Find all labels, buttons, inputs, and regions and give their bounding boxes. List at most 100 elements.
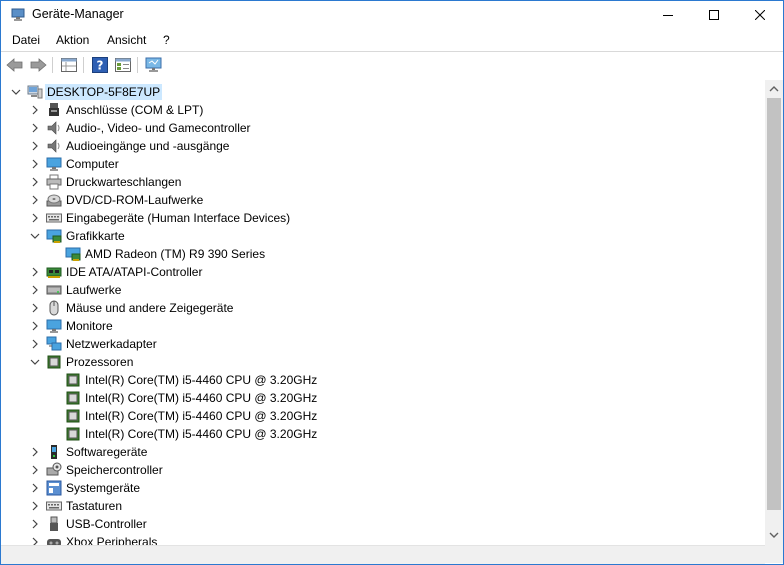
help-question-icon: ? bbox=[92, 57, 108, 73]
details-view-button[interactable] bbox=[113, 56, 133, 74]
tree-item-label: Druckwarteschlangen bbox=[66, 175, 182, 189]
chevron-right-icon[interactable] bbox=[30, 267, 40, 277]
back-arrow-icon bbox=[6, 58, 23, 72]
help-button[interactable]: ? bbox=[90, 56, 110, 74]
vertical-scrollbar[interactable] bbox=[765, 80, 783, 545]
software-device-icon bbox=[51, 445, 57, 459]
scan-monitor-icon bbox=[145, 57, 162, 72]
keyboard-icon bbox=[46, 501, 62, 511]
scroll-down-icon[interactable] bbox=[769, 532, 779, 539]
tree-item-label: Netzwerkadapter bbox=[66, 337, 157, 351]
tree-category[interactable]: Monitore bbox=[32, 317, 113, 335]
menu-aktion[interactable]: Aktion bbox=[56, 33, 89, 47]
chevron-right-icon[interactable] bbox=[30, 447, 40, 457]
tree-category[interactable]: Systemgeräte bbox=[32, 479, 140, 497]
chevron-right-icon[interactable] bbox=[30, 537, 40, 545]
chevron-right-icon[interactable] bbox=[30, 483, 40, 493]
chevron-down-icon[interactable] bbox=[30, 357, 40, 367]
tree-item-label: Laufwerke bbox=[66, 283, 122, 297]
chevron-right-icon[interactable] bbox=[30, 285, 40, 295]
storage-controller-icon bbox=[46, 462, 62, 476]
tree-category[interactable]: Anschlüsse (COM & LPT) bbox=[32, 101, 203, 119]
chevron-right-icon[interactable] bbox=[30, 213, 40, 223]
tree-category[interactable]: Grafikkarte bbox=[30, 227, 125, 245]
properties-view-button[interactable] bbox=[59, 56, 79, 74]
tree-category[interactable]: Tastaturen bbox=[32, 497, 123, 515]
usb-icon bbox=[50, 516, 58, 531]
chevron-right-icon[interactable] bbox=[30, 519, 40, 529]
chevron-down-icon[interactable] bbox=[30, 231, 40, 241]
device-manager-window: Geräte-Manager Datei Aktion Ansicht ? ? … bbox=[0, 0, 784, 565]
chevron-right-icon[interactable] bbox=[30, 105, 40, 115]
tree-category[interactable]: Druckwarteschlangen bbox=[32, 173, 182, 191]
details-grid-icon bbox=[115, 58, 131, 72]
chevron-right-icon[interactable] bbox=[30, 141, 40, 151]
toolbar: ? bbox=[1, 51, 783, 81]
system-device-icon bbox=[46, 480, 62, 496]
chevron-right-icon[interactable] bbox=[30, 465, 40, 475]
tree-item-label: Computer bbox=[66, 157, 119, 171]
tree-device[interactable]: Intel(R) Core(TM) i5-4460 CPU @ 3.20GHz bbox=[65, 407, 317, 425]
horizontal-scrollbar[interactable] bbox=[1, 545, 765, 564]
xbox-icon bbox=[47, 539, 61, 545]
vertical-scroll-thumb[interactable] bbox=[767, 98, 781, 510]
tree-device[interactable]: Intel(R) Core(TM) i5-4460 CPU @ 3.20GHz bbox=[65, 371, 317, 389]
forward-button[interactable] bbox=[28, 56, 48, 74]
tree-category[interactable]: Computer bbox=[32, 155, 119, 173]
tree-category[interactable]: Eingabegeräte (Human Interface Devices) bbox=[32, 209, 290, 227]
menu-help[interactable]: ? bbox=[163, 33, 170, 47]
speaker-icon bbox=[47, 139, 60, 153]
tree-category[interactable]: USB-Controller bbox=[32, 515, 147, 533]
tree-item-label: Speichercontroller bbox=[66, 463, 163, 477]
tree-category[interactable]: Audioeingänge und -ausgänge bbox=[32, 137, 229, 155]
tree-root-computer[interactable]: DESKTOP-5F8E7UP bbox=[11, 83, 163, 101]
scan-hardware-button[interactable] bbox=[144, 56, 164, 74]
ide-icon bbox=[46, 267, 62, 278]
tree-device[interactable]: Intel(R) Core(TM) i5-4460 CPU @ 3.20GHz bbox=[65, 425, 317, 443]
cpu-icon bbox=[66, 373, 80, 387]
chevron-right-icon[interactable] bbox=[30, 123, 40, 133]
monitor-icon bbox=[46, 157, 62, 171]
tree-category[interactable]: Speichercontroller bbox=[32, 461, 163, 479]
chevron-right-icon[interactable] bbox=[30, 195, 40, 205]
device-tree[interactable]: DESKTOP-5F8E7UP Anschlüsse (COM & LPT) Aud… bbox=[1, 80, 765, 545]
chevron-right-icon[interactable] bbox=[30, 159, 40, 169]
back-button[interactable] bbox=[5, 56, 25, 74]
close-button[interactable] bbox=[737, 1, 783, 29]
tree-item-label: IDE ATA/ATAPI-Controller bbox=[66, 265, 203, 279]
chevron-down-icon[interactable] bbox=[11, 87, 21, 97]
tree-device[interactable]: AMD Radeon (TM) R9 390 Series bbox=[65, 245, 265, 263]
menu-ansicht[interactable]: Ansicht bbox=[107, 33, 146, 47]
toolbar-separator bbox=[83, 57, 84, 73]
minimize-icon bbox=[663, 15, 673, 16]
tree-item-label: Softwaregeräte bbox=[66, 445, 148, 459]
close-icon bbox=[755, 10, 765, 20]
tree-item-label: Audio-, Video- und Gamecontroller bbox=[66, 121, 251, 135]
tree-category[interactable]: Mäuse und andere Zeigegeräte bbox=[32, 299, 233, 317]
properties-grid-icon bbox=[61, 58, 77, 72]
tree-category[interactable]: Softwaregeräte bbox=[32, 443, 148, 461]
tree-item-label: Tastaturen bbox=[66, 499, 123, 513]
tree-category[interactable]: Xbox Peripherals bbox=[32, 533, 158, 545]
tree-device[interactable]: Intel(R) Core(TM) i5-4460 CPU @ 3.20GHz bbox=[65, 389, 317, 407]
title-bar[interactable]: Geräte-Manager bbox=[1, 1, 783, 29]
tree-item-label: Monitore bbox=[66, 319, 113, 333]
chevron-right-icon[interactable] bbox=[30, 501, 40, 511]
chevron-right-icon[interactable] bbox=[30, 303, 40, 313]
menu-datei[interactable]: Datei bbox=[12, 33, 40, 47]
tree-category[interactable]: Laufwerke bbox=[32, 281, 122, 299]
chevron-right-icon[interactable] bbox=[30, 177, 40, 187]
minimize-button[interactable] bbox=[645, 1, 691, 29]
tree-item-label: Xbox Peripherals bbox=[66, 535, 158, 545]
maximize-button[interactable] bbox=[691, 1, 737, 29]
tree-category[interactable]: Prozessoren bbox=[30, 353, 133, 371]
chevron-right-icon[interactable] bbox=[30, 321, 40, 331]
tree-item-label: Intel(R) Core(TM) i5-4460 CPU @ 3.20GHz bbox=[85, 409, 318, 423]
tree-category[interactable]: Audio-, Video- und Gamecontroller bbox=[32, 119, 251, 137]
tree-category[interactable]: IDE ATA/ATAPI-Controller bbox=[32, 263, 203, 281]
tree-category[interactable]: Netzwerkadapter bbox=[32, 335, 157, 353]
scroll-up-icon[interactable] bbox=[769, 85, 779, 92]
chevron-right-icon[interactable] bbox=[30, 339, 40, 349]
display-adapter-icon bbox=[46, 229, 62, 243]
tree-category[interactable]: DVD/CD-ROM-Laufwerke bbox=[32, 191, 203, 209]
